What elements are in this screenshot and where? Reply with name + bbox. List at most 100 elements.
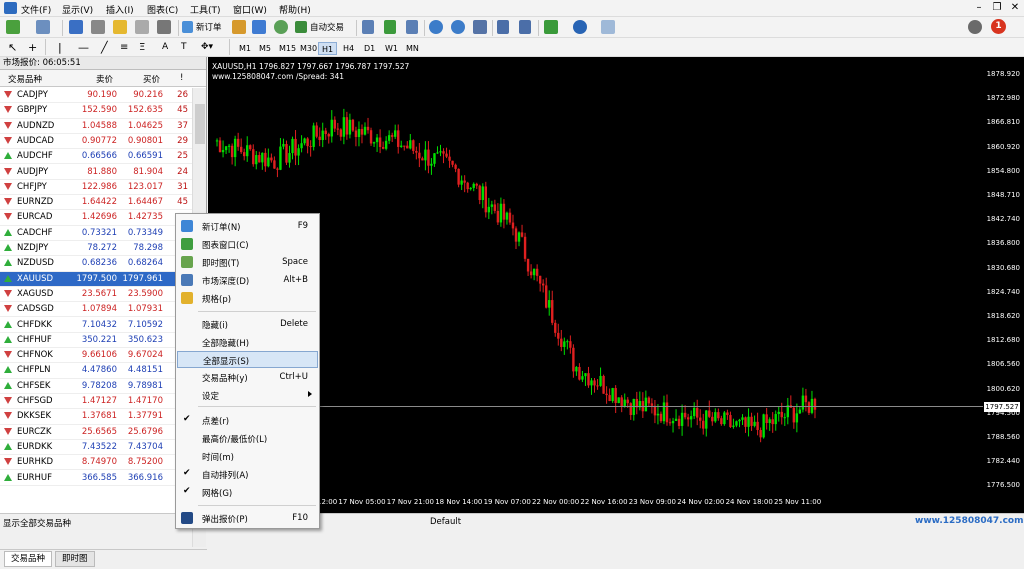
vertical-line-tool[interactable]: | <box>58 39 62 55</box>
chart-shift-button[interactable] <box>519 19 531 35</box>
search-button[interactable] <box>968 19 982 35</box>
symbol-row[interactable]: NZDUSD 0.68236 0.68264 <box>0 256 192 272</box>
col-bid[interactable]: 卖价 <box>96 73 113 85</box>
crosshair-tool[interactable]: + <box>28 39 37 55</box>
symbol-row[interactable]: CHFNOK9.661069.670249 <box>0 348 192 364</box>
col-ask[interactable]: 买价 <box>143 73 160 85</box>
templates-button[interactable] <box>601 19 615 35</box>
horizontal-line-tool[interactable]: — <box>78 39 89 55</box>
tf-h4[interactable]: H4 <box>340 42 357 55</box>
symbol-row[interactable]: CHFSEK9.782089.789817 <box>0 379 192 394</box>
symbol-row[interactable]: XAGUSD23.567123.59002 <box>0 287 192 303</box>
symbol-row[interactable]: CADSGD 1.07894 1.07931 <box>0 302 192 318</box>
col-spread[interactable]: ! <box>180 73 183 83</box>
context-menu-item[interactable]: 最高价/最低价(L) <box>177 430 318 447</box>
context-menu-item[interactable]: 规格(p) <box>177 290 318 307</box>
tf-mn[interactable]: MN <box>403 42 422 55</box>
scrollbar-thumb[interactable] <box>195 104 205 144</box>
arrows-tool[interactable]: ✥▾ <box>201 39 213 55</box>
cursor-tool[interactable]: ↖ <box>8 39 17 55</box>
symbol-row[interactable]: CHFSGD 1.47127 1.47170 <box>0 394 192 410</box>
context-menu-item[interactable]: ✔ 点差(r) <box>177 412 318 429</box>
label-tool[interactable]: T <box>181 39 187 55</box>
market-button[interactable] <box>274 19 288 35</box>
data-window-button[interactable] <box>91 19 105 35</box>
symbol-row[interactable]: XAUUSD1797.5001797.9614 <box>0 271 192 287</box>
terminal-button[interactable] <box>135 19 149 35</box>
tf-m30[interactable]: M30 <box>297 42 320 55</box>
tile-windows-button[interactable] <box>473 19 487 35</box>
symbol-row[interactable]: EURCAD 1.42696 1.42735 <box>0 210 192 226</box>
tf-m15[interactable]: M15 <box>276 42 299 55</box>
restore-icon[interactable]: ❐ <box>988 0 1006 16</box>
auto-trading-button[interactable]: 自动交易 <box>295 19 344 35</box>
symbol-row[interactable]: CHFJPY 122.986 123.017 31 <box>0 180 192 196</box>
menu-tools[interactable]: 工具(T) <box>190 3 221 16</box>
symbol-row[interactable]: AUDNZD 1.04588 1.04625 37 <box>0 119 192 134</box>
context-menu-item[interactable]: 隐藏(i) Delete <box>177 316 318 333</box>
symbol-row[interactable]: CHFHUF350.221350.6234 <box>0 333 192 349</box>
tab-symbols[interactable]: 交易品种 <box>4 551 53 567</box>
minimize-icon[interactable]: – <box>970 0 988 16</box>
metaeditor-button[interactable] <box>232 19 246 35</box>
periods-button[interactable] <box>573 19 587 35</box>
strategy-tester-button[interactable] <box>157 19 171 35</box>
signals-button[interactable] <box>252 19 266 35</box>
close-icon[interactable]: ✕ <box>1006 0 1024 16</box>
tf-m5[interactable]: M5 <box>256 42 274 55</box>
notification-badge[interactable]: 1 <box>991 18 1006 34</box>
new-order-button[interactable]: 新订单 <box>182 19 222 35</box>
symbol-row[interactable]: CADCHF 0.73321 0.73349 <box>0 226 192 241</box>
context-menu-item[interactable]: 全部隐藏(H) <box>177 334 318 351</box>
indicators-button[interactable] <box>544 19 558 35</box>
fibonacci-tool[interactable]: Ξ <box>139 39 145 55</box>
chart-window[interactable]: XAUUSD,H1 1796.827 1797.667 1796.787 179… <box>208 57 1024 513</box>
navigator-button[interactable] <box>113 19 127 35</box>
bar-chart-button[interactable] <box>362 19 374 35</box>
symbol-row[interactable]: EURDKK7.435227.437041 <box>0 440 192 456</box>
symbol-row[interactable]: NZDJPY 78.272 78.298 <box>0 241 192 257</box>
symbol-row[interactable]: CHFDKK7.104327.105921 <box>0 318 192 333</box>
price-chart[interactable] <box>208 57 1024 513</box>
line-chart-button[interactable] <box>406 19 418 35</box>
symbol-row[interactable]: GBPJPY 152.590 152.635 45 <box>0 103 192 119</box>
menu-charts[interactable]: 图表(C) <box>147 3 178 16</box>
text-tool[interactable]: A <box>162 39 168 55</box>
channel-tool[interactable]: ≡ <box>120 39 128 55</box>
symbol-row[interactable]: AUDCHF 0.66566 0.66591 25 <box>0 149 192 165</box>
symbol-row[interactable]: AUDCAD 0.90772 0.90801 29 <box>0 134 192 150</box>
context-menu-item[interactable]: 交易品种(y) Ctrl+U <box>177 369 318 386</box>
context-menu-item[interactable]: 弹出报价(P) F10 <box>177 510 318 527</box>
menu-view[interactable]: 显示(V) <box>62 3 93 16</box>
market-watch-button[interactable] <box>69 19 83 35</box>
context-menu-item[interactable]: 全部显示(S) <box>177 351 318 368</box>
zoom-in-button[interactable] <box>429 19 443 35</box>
tf-d1[interactable]: D1 <box>361 42 378 55</box>
menu-file[interactable]: 文件(F) <box>21 3 51 16</box>
context-menu-item[interactable]: ✔ 网格(G) <box>177 484 318 501</box>
candlesticks-button[interactable] <box>384 19 396 35</box>
context-menu-item[interactable]: 即时图(T) Space <box>177 254 318 271</box>
symbol-row[interactable]: CADJPY 90.190 90.216 26 <box>0 88 192 104</box>
symbol-row[interactable]: EURNZD 1.64422 1.64467 45 <box>0 195 192 211</box>
col-symbol[interactable]: 交易品种 <box>8 73 42 85</box>
new-chart-button[interactable] <box>6 19 20 35</box>
symbol-row[interactable]: CHFPLN4.478604.481512 <box>0 363 192 379</box>
symbol-row[interactable]: EURHKD8.749708.752002 <box>0 455 192 471</box>
menu-window[interactable]: 窗口(W) <box>233 3 267 16</box>
symbol-row[interactable]: AUDJPY 81.880 81.904 24 <box>0 165 192 180</box>
trendline-tool[interactable]: ╱ <box>101 39 108 55</box>
context-menu-item[interactable]: 设定 <box>177 387 318 404</box>
tf-h1[interactable]: H1 <box>318 42 338 55</box>
context-menu-item[interactable]: 新订单(N) F9 <box>177 218 318 235</box>
menu-insert[interactable]: 插入(I) <box>106 3 134 16</box>
tf-m1[interactable]: M1 <box>236 42 254 55</box>
profiles-button[interactable] <box>36 19 50 35</box>
menu-help[interactable]: 帮助(H) <box>279 3 311 16</box>
symbol-row[interactable]: EURHUF366.585366.9163 <box>0 471 192 486</box>
context-menu-item[interactable]: 图表窗口(C) <box>177 236 318 253</box>
tab-tick-chart[interactable]: 即时图 <box>55 551 95 567</box>
symbol-row[interactable]: DKKSEK1.376811.377911 <box>0 409 192 425</box>
symbol-row[interactable]: EURCZK25.656525.67962 <box>0 425 192 440</box>
context-menu-item[interactable]: ✔ 自动排列(A) <box>177 466 318 483</box>
